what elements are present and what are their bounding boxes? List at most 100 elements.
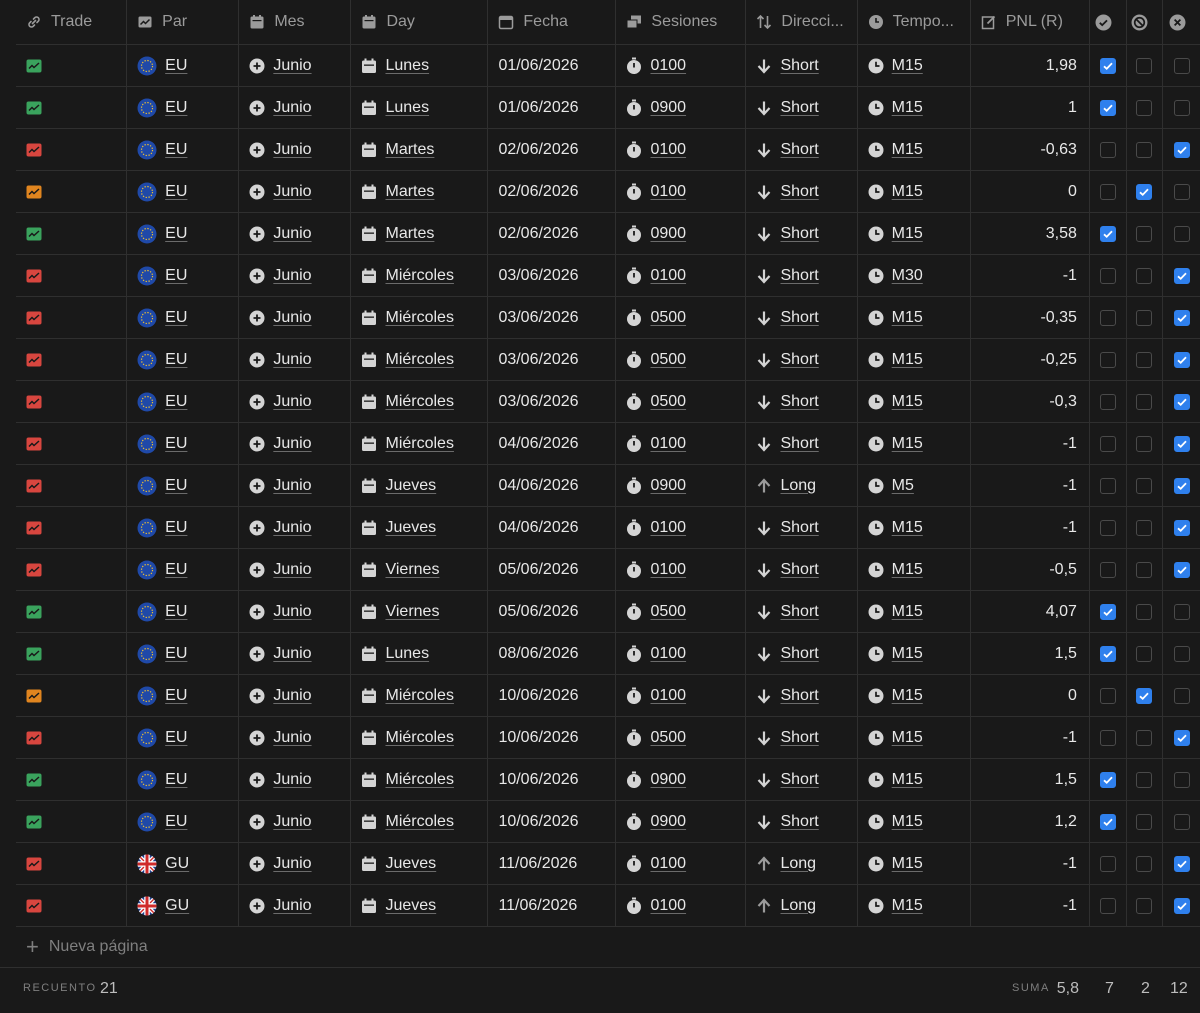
table-row[interactable]: EU Junio Miércoles 04/06/2026 0100 Short… (16, 423, 1200, 465)
par-value[interactable]: EU (165, 309, 187, 327)
mes-cell[interactable]: Junio (239, 843, 352, 884)
direccion-value[interactable]: Short (780, 435, 818, 453)
tempo-value[interactable]: M15 (892, 729, 923, 747)
day-value[interactable]: Miércoles (385, 771, 453, 789)
breakeven-checkbox[interactable] (1136, 57, 1153, 74)
direccion-value[interactable]: Short (780, 393, 818, 411)
win-checkbox[interactable] (1099, 771, 1116, 788)
sesion-value[interactable]: 0500 (650, 309, 686, 327)
loss-checkbox[interactable] (1173, 435, 1190, 452)
day-cell[interactable]: Miércoles (351, 717, 489, 758)
mes-value[interactable]: Junio (273, 183, 311, 201)
sesion-value[interactable]: 0900 (650, 771, 686, 789)
direccion-cell[interactable]: Short (746, 801, 858, 842)
trade-cell[interactable] (16, 45, 128, 86)
direccion-cell[interactable]: Short (746, 339, 858, 380)
day-value[interactable]: Miércoles (385, 267, 453, 285)
mes-value[interactable]: Junio (273, 309, 311, 327)
tempo-value[interactable]: M15 (892, 813, 923, 831)
col-loss[interactable] (1163, 0, 1200, 44)
tempo-cell[interactable]: M15 (858, 885, 971, 926)
breakeven-checkbox[interactable] (1136, 603, 1153, 620)
par-value[interactable]: EU (165, 477, 187, 495)
fecha-cell[interactable]: 10/06/2026 (488, 717, 617, 758)
col-pnl[interactable]: PNL (R) (971, 0, 1090, 44)
win-checkbox[interactable] (1099, 351, 1116, 368)
tempo-value[interactable]: M15 (892, 393, 923, 411)
tempo-value[interactable]: M15 (892, 99, 923, 117)
day-cell[interactable]: Lunes (351, 45, 489, 86)
breakeven-checkbox[interactable] (1136, 351, 1153, 368)
day-cell[interactable]: Miércoles (351, 255, 489, 296)
par-value[interactable]: EU (165, 141, 187, 159)
par-value[interactable]: EU (165, 687, 187, 705)
fecha-cell[interactable]: 01/06/2026 (488, 87, 617, 128)
trade-cell[interactable] (16, 423, 128, 464)
direccion-value[interactable]: Short (780, 141, 818, 159)
day-cell[interactable]: Viernes (351, 549, 489, 590)
sesion-cell[interactable]: 0900 (616, 87, 747, 128)
trade-cell[interactable] (16, 633, 128, 674)
day-cell[interactable]: Martes (351, 213, 489, 254)
par-value[interactable]: GU (165, 897, 189, 915)
win-checkbox[interactable] (1099, 477, 1116, 494)
col-fecha[interactable]: Fecha (488, 0, 617, 44)
mes-cell[interactable]: Junio (239, 423, 352, 464)
win-checkbox[interactable] (1099, 393, 1116, 410)
mes-value[interactable]: Junio (273, 645, 311, 663)
mes-cell[interactable]: Junio (239, 339, 352, 380)
day-cell[interactable]: Jueves (351, 465, 489, 506)
direccion-cell[interactable]: Short (746, 213, 858, 254)
direccion-value[interactable]: Long (780, 477, 816, 495)
table-row[interactable]: EU Junio Jueves 04/06/2026 0900 Long M5 … (16, 465, 1200, 507)
mes-cell[interactable]: Junio (239, 885, 352, 926)
tempo-value[interactable]: M15 (892, 519, 923, 537)
day-cell[interactable]: Miércoles (351, 675, 489, 716)
sesion-cell[interactable]: 0100 (616, 129, 747, 170)
tempo-value[interactable]: M30 (892, 267, 923, 285)
direccion-cell[interactable]: Short (746, 171, 858, 212)
loss-checkbox[interactable] (1173, 519, 1190, 536)
par-value[interactable]: EU (165, 603, 187, 621)
par-cell[interactable]: EU (127, 255, 240, 296)
win-checkbox[interactable] (1099, 855, 1116, 872)
table-row[interactable]: EU Junio Miércoles 03/06/2026 0100 Short… (16, 255, 1200, 297)
mes-cell[interactable]: Junio (239, 675, 352, 716)
day-cell[interactable]: Miércoles (351, 297, 489, 338)
day-cell[interactable]: Jueves (351, 843, 489, 884)
tempo-value[interactable]: M15 (892, 897, 923, 915)
new-page-button[interactable]: + Nueva página (26, 934, 148, 960)
sesion-value[interactable]: 0100 (650, 855, 686, 873)
breakeven-checkbox[interactable] (1136, 897, 1153, 914)
mes-cell[interactable]: Junio (239, 717, 352, 758)
tempo-cell[interactable]: M15 (858, 801, 971, 842)
par-cell[interactable]: EU (127, 129, 240, 170)
sesion-value[interactable]: 0900 (650, 477, 686, 495)
pnl-cell[interactable]: -0,25 (971, 339, 1090, 380)
fecha-cell[interactable]: 04/06/2026 (488, 465, 617, 506)
day-value[interactable]: Lunes (385, 99, 429, 117)
mes-value[interactable]: Junio (273, 519, 311, 537)
mes-cell[interactable]: Junio (239, 549, 352, 590)
tempo-value[interactable]: M15 (892, 561, 923, 579)
breakeven-checkbox[interactable] (1136, 225, 1153, 242)
loss-checkbox[interactable] (1173, 393, 1190, 410)
day-value[interactable]: Viernes (385, 603, 439, 621)
fecha-cell[interactable]: 11/06/2026 (488, 843, 617, 884)
fecha-cell[interactable]: 04/06/2026 (488, 423, 617, 464)
mes-cell[interactable]: Junio (239, 591, 352, 632)
day-cell[interactable]: Lunes (351, 633, 489, 674)
day-value[interactable]: Miércoles (385, 393, 453, 411)
table-row[interactable]: EU Junio Miércoles 10/06/2026 0500 Short… (16, 717, 1200, 759)
win-checkbox[interactable] (1099, 141, 1116, 158)
fecha-cell[interactable]: 11/06/2026 (488, 885, 617, 926)
day-cell[interactable]: Viernes (351, 591, 489, 632)
par-cell[interactable]: EU (127, 87, 240, 128)
day-value[interactable]: Jueves (385, 855, 436, 873)
sesion-value[interactable]: 0900 (650, 225, 686, 243)
breakeven-checkbox[interactable] (1136, 183, 1153, 200)
sesion-cell[interactable]: 0900 (616, 465, 747, 506)
fecha-cell[interactable]: 03/06/2026 (488, 297, 617, 338)
sesion-cell[interactable]: 0100 (616, 885, 747, 926)
tempo-cell[interactable]: M15 (858, 717, 971, 758)
